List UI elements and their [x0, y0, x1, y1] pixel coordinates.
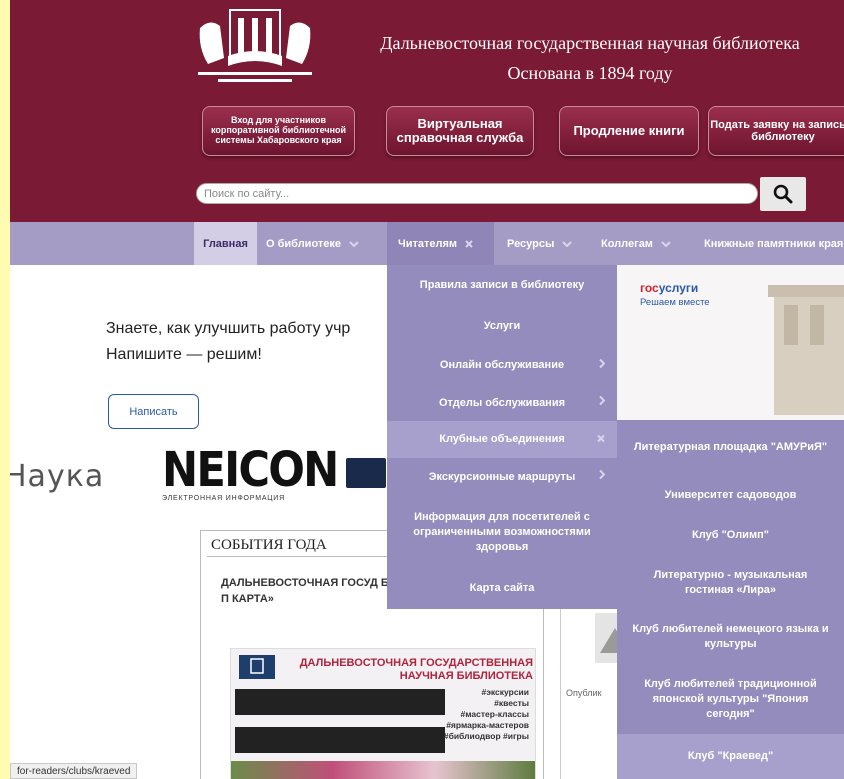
- site-header: Дальневосточная государственная научная …: [10, 0, 844, 222]
- banner-title: ДАЛЬНЕВОСТОЧНАЯ ГОСУДАРСТВЕННАЯ НАУЧНАЯ …: [299, 657, 533, 682]
- title-line-2: Основана в 1894 году: [507, 63, 673, 83]
- tag: #экскурсии: [481, 687, 529, 697]
- chevron-right-icon: [599, 469, 606, 485]
- nav-readers[interactable]: Читателям: [387, 222, 494, 265]
- gosuslugi-slogan: Решаем вместе: [640, 297, 710, 308]
- gos-logo-part-b: услуги: [658, 281, 699, 295]
- submenu-item-amuriya[interactable]: Литературная площадка "АМУРиЯ": [617, 420, 844, 475]
- chevron-down-icon: [349, 240, 359, 247]
- submenu-item-label: Клуб "Краевед": [687, 750, 774, 762]
- menu-item-label: Экскурсионные маршруты: [428, 470, 576, 483]
- neicon-wordmark: NEICON: [162, 442, 339, 498]
- close-icon: [465, 239, 473, 248]
- menu-item-sitemap[interactable]: Карта сайта: [387, 568, 617, 609]
- nav-colleagues[interactable]: Коллегам: [601, 222, 671, 265]
- feedback-line-2: Напишите — решим!: [106, 346, 262, 363]
- submenu-item-label: Литературная площадка "АМУРиЯ": [633, 441, 828, 453]
- submenu-item-label: Литературно - музыкальная гостиная «Лира…: [653, 568, 808, 596]
- chevron-down-icon: [562, 240, 573, 247]
- submenu-item-gardeners[interactable]: Университет садоводов: [617, 475, 844, 515]
- menu-item-online-service[interactable]: Онлайн обслуживание: [387, 346, 617, 385]
- clubs-submenu: Литературная площадка "АМУРиЯ" Университ…: [617, 420, 844, 779]
- title-line-1: Дальневосточная государственная научная …: [380, 33, 800, 53]
- chevron-down-icon: [661, 240, 671, 247]
- nav-home[interactable]: Главная: [194, 222, 257, 265]
- status-bar-url: for-readers/clubs/kraeved: [10, 763, 138, 779]
- submenu-item-kraeved[interactable]: Клуб "Краевед": [617, 734, 844, 779]
- readers-dropdown-menu: Правила записи в библиотеку Услуги Онлай…: [387, 265, 617, 609]
- tag: #мастер-классы: [460, 709, 529, 719]
- submenu-item-lira[interactable]: Литературно - музыкальная гостиная «Лира…: [617, 555, 844, 610]
- gosuslugi-banner[interactable]: госуслуги Решаем вместе: [616, 265, 844, 425]
- nav-about[interactable]: О библиотеке: [266, 222, 359, 265]
- tag: #ярмарка-мастеров: [446, 720, 529, 730]
- nauka-logo[interactable]: Наука: [10, 459, 104, 494]
- neicon-logo[interactable]: NEICON ЭЛЕКТРОННАЯ ИНФОРМАЦИЯ: [162, 442, 339, 502]
- nav-about-label: О библиотеке: [266, 237, 342, 250]
- site-title: Дальневосточная государственная научная …: [335, 28, 844, 88]
- menu-item-excursion-routes[interactable]: Экскурсионные маршруты: [387, 458, 617, 496]
- menu-item-label: Правила записи в библиотеку: [419, 279, 585, 291]
- menu-item-label: Онлайн обслуживание: [439, 359, 565, 371]
- search-input[interactable]: [196, 183, 758, 204]
- flowers-photo: [231, 761, 535, 779]
- library-logo[interactable]: [190, 8, 320, 90]
- feedback-line-1: Знаете, как улучшить работу учр: [106, 320, 351, 337]
- nav-monuments-label: Книжные памятники края: [704, 237, 844, 250]
- tag: #библиодвор #игры: [443, 731, 529, 741]
- menu-item-label: Карта сайта: [469, 582, 535, 594]
- menu-item-registration-rules[interactable]: Правила записи в библиотеку: [387, 265, 617, 306]
- menu-item-services[interactable]: Услуги: [387, 306, 617, 346]
- menu-item-service-departments[interactable]: Отделы обслуживания: [387, 385, 617, 421]
- search-icon: [773, 184, 793, 204]
- apply-registration-button[interactable]: Подать заявку на запись в библиотеку: [708, 106, 844, 156]
- submenu-item-label: Клуб любителей традиционной японской кул…: [644, 677, 817, 720]
- nav-resources-label: Ресурсы: [507, 237, 555, 250]
- event-banner-image[interactable]: ДАЛЬНЕВОСТОЧНАЯ ГОСУДАРСТВЕННАЯ НАУЧНАЯ …: [230, 648, 536, 779]
- partner-logo[interactable]: [346, 458, 386, 488]
- nav-readers-label: Читателям: [398, 237, 458, 250]
- renew-book-button[interactable]: Продление книги: [559, 106, 699, 156]
- menu-item-label: Отделы обслуживания: [438, 396, 566, 409]
- page: Дальневосточная государственная научная …: [10, 0, 844, 779]
- nav-monuments[interactable]: Книжные памятники края: [704, 222, 843, 265]
- nav-colleagues-label: Коллегам: [601, 237, 653, 250]
- building-illustration: [768, 285, 844, 415]
- menu-item-clubs[interactable]: Клубные объединения: [387, 421, 617, 458]
- feedback-promo: Знаете, как улучшить работу учр Напишите…: [106, 316, 350, 368]
- nav-resources[interactable]: Ресурсы: [507, 222, 573, 265]
- menu-item-label: Информация для посетителей с ограниченны…: [413, 510, 591, 553]
- banner-tags: #экскурсии #квесты #мастер-классы #ярмар…: [444, 687, 529, 742]
- menu-item-label: Клубные объединения: [439, 433, 565, 445]
- film-strip: [235, 689, 445, 715]
- published-label: Опублик: [566, 688, 602, 698]
- gos-logo-part-a: гос: [640, 281, 659, 295]
- main-nav: Главная О библиотеке Читателям Ресурсы К…: [10, 222, 844, 265]
- menu-item-accessibility-info[interactable]: Информация для посетителей с ограниченны…: [387, 496, 617, 568]
- chevron-right-icon: [599, 358, 606, 373]
- submenu-item-german-club[interactable]: Клуб любителей немецкого языка и культур…: [617, 610, 844, 664]
- submenu-item-label: Клуб "Олимп": [692, 528, 769, 541]
- submenu-item-label: Университет садоводов: [664, 488, 797, 501]
- library-logo-small: [239, 655, 275, 679]
- virtual-reference-button[interactable]: Виртуальная справочная служба: [386, 106, 534, 156]
- film-strip: [235, 727, 445, 753]
- chevron-right-icon: [599, 395, 606, 411]
- search-button[interactable]: [760, 177, 806, 211]
- submenu-item-olimp[interactable]: Клуб "Олимп": [617, 515, 844, 555]
- submenu-item-japan-club[interactable]: Клуб любителей традиционной японской кул…: [617, 664, 844, 734]
- menu-item-label: Услуги: [483, 319, 521, 332]
- write-button[interactable]: Написать: [108, 394, 199, 429]
- events-title: СОБЫТИЯ ГОДА: [211, 537, 327, 553]
- nav-home-label: Главная: [203, 237, 248, 250]
- members-login-button[interactable]: Вход для участников корпоративной библио…: [202, 106, 355, 156]
- close-icon: [597, 432, 605, 447]
- gosuslugi-logo: госуслуги: [640, 281, 698, 295]
- submenu-item-label: Клуб любителей немецкого языка и культур…: [632, 623, 829, 650]
- tag: #квесты: [494, 698, 529, 708]
